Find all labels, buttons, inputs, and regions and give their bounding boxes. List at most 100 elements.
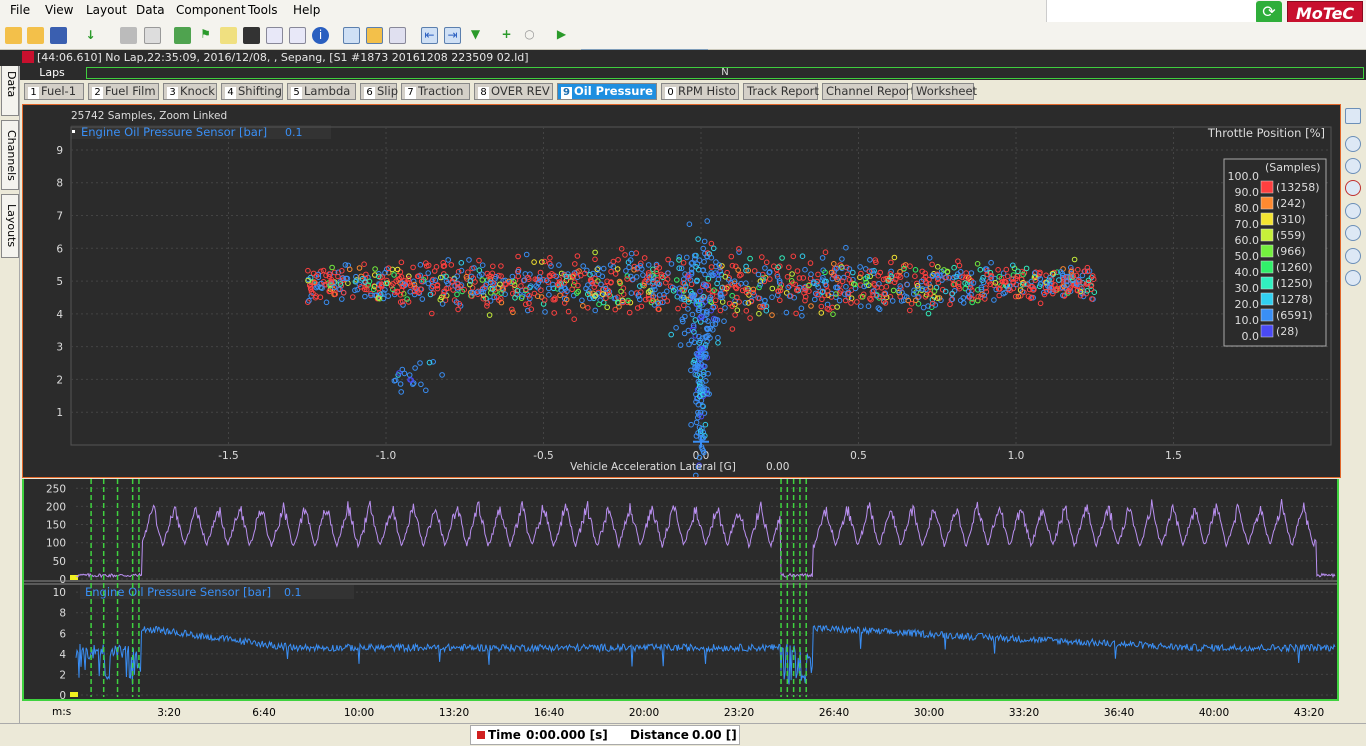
scatter-point	[580, 263, 587, 269]
zoom-x-in-icon[interactable]	[1345, 203, 1361, 219]
scatter-point	[701, 238, 708, 245]
info-icon[interactable]: i	[312, 27, 329, 44]
scatter-point	[641, 255, 648, 261]
legend-count: (559)	[1276, 229, 1306, 242]
scatter-point	[676, 290, 683, 296]
zoom-in-icon[interactable]	[1345, 136, 1361, 152]
properties-icon[interactable]	[1345, 108, 1361, 124]
zoom-reset-icon[interactable]	[1345, 180, 1361, 196]
time-axis-svg: m:s 3:20 6:40 10:00 13:20 16:40 20:00 23:20 26:…	[52, 706, 1324, 719]
zoom-y-in-icon[interactable]	[1345, 248, 1361, 264]
side-tab-layouts[interactable]: Layouts	[1, 194, 19, 258]
menu-tools[interactable]: Tools	[248, 3, 278, 17]
menu-help[interactable]: Help	[293, 3, 320, 17]
scatter-point	[790, 253, 797, 260]
next-icon[interactable]: ⇥	[444, 27, 461, 44]
zoom-y-out-icon[interactable]	[1345, 270, 1361, 286]
list-icon[interactable]	[289, 27, 306, 44]
tab-label: Lambda	[304, 84, 351, 98]
clock-icon[interactable]	[343, 27, 360, 44]
flag-icon[interactable]: ⚑	[197, 27, 214, 44]
scatter-point	[455, 268, 462, 275]
tab-worksheet[interactable]: Worksheet	[912, 83, 977, 100]
tab-fuel-film[interactable]: 2 Fuel Film	[88, 83, 159, 100]
status-bar: Time 0:00.000 [s] Distance 0.00 []	[0, 723, 1366, 746]
y-tick-label: 2	[56, 374, 63, 386]
tab-lambda[interactable]: 5 Lambda	[287, 83, 356, 100]
scatter-point	[858, 303, 864, 309]
scatter-point	[682, 313, 688, 320]
download-icon[interactable]: ↓	[82, 27, 99, 44]
print-preview-icon[interactable]	[144, 27, 161, 44]
tab-slip[interactable]: 6 Slip	[360, 83, 398, 100]
zoom-out-icon[interactable]: ○	[521, 27, 538, 44]
tab-track-report[interactable]: Track Report	[743, 83, 819, 100]
open-project-icon[interactable]	[27, 27, 44, 44]
map-icon[interactable]	[174, 27, 191, 44]
prev-icon[interactable]: ⇤	[421, 27, 438, 44]
tab-label: Track Report	[747, 84, 819, 98]
menu-file[interactable]: File	[10, 3, 30, 17]
tab-number: 7	[405, 87, 416, 99]
tab-fuel-1[interactable]: 1 Fuel-1	[24, 83, 84, 100]
scatter-point	[908, 300, 915, 307]
open-folder-icon[interactable]	[5, 27, 22, 44]
print-icon[interactable]	[120, 27, 137, 44]
edit-icon[interactable]	[220, 27, 237, 44]
refresh-icon[interactable]: ⟳	[1256, 1, 1282, 24]
x-cursor-value: 0.00	[766, 461, 789, 473]
legend-count: (13258)	[1276, 181, 1320, 194]
rpm-zero-marker	[70, 575, 78, 580]
menu-layout[interactable]: Layout	[86, 3, 127, 17]
scatter-point	[1075, 266, 1081, 273]
info-text: [44:06.610] No Lap,22:35:09, 2016/12/08,…	[37, 51, 529, 64]
save-icon[interactable]	[50, 27, 67, 44]
menu-bar: File View Layout Data Component Tools He…	[0, 0, 1366, 24]
scatter-point	[431, 268, 438, 274]
scatter-point	[759, 254, 765, 260]
scatter-point	[490, 263, 496, 270]
menu-data[interactable]: Data	[136, 3, 165, 17]
time-plot-panel[interactable]: 0 50 100 150 200 250 0 2 4 6 8 10 Engine Oil Pressur…	[22, 479, 1339, 702]
scatter-point	[848, 300, 854, 306]
side-tab-channels[interactable]: Channels	[1, 120, 19, 190]
scatter-point	[762, 265, 768, 271]
marker-icon[interactable]: ▼	[467, 27, 484, 44]
oil-channel-label[interactable]: Engine Oil Pressure Sensor [bar]	[85, 585, 271, 599]
menu-component[interactable]: Component	[176, 3, 246, 17]
legend-count: (242)	[1276, 197, 1306, 210]
zoom-in-icon[interactable]: +	[498, 27, 515, 44]
scatter-plot[interactable]: 25742 Samples, Zoom Linked Engine Oil Pr…	[23, 105, 1340, 479]
menu-view[interactable]: View	[45, 3, 73, 17]
tab-knock[interactable]: 3 Knock	[163, 83, 217, 100]
scatter-point	[912, 273, 918, 279]
tab-over-rev[interactable]: 8 OVER REV	[474, 83, 553, 100]
scatter-point	[612, 271, 619, 277]
play-icon[interactable]: ▶	[553, 27, 570, 44]
grid-icon[interactable]	[389, 27, 406, 44]
tab-oil-pressure[interactable]: 9 Oil Pressure	[557, 83, 657, 100]
film-icon[interactable]	[243, 27, 260, 44]
tab-rpm-histo[interactable]: 0 RPM Histo	[661, 83, 739, 100]
scatter-point	[479, 262, 486, 268]
scatter-point	[592, 249, 598, 256]
laps-track[interactable]: N	[86, 67, 1364, 79]
tab-shifting[interactable]: 4 Shifting	[221, 83, 283, 100]
zoom-x-out-icon[interactable]	[1345, 225, 1361, 241]
tab-label: Slip	[377, 84, 398, 98]
scatter-point	[947, 301, 953, 308]
scatter-plot-panel[interactable]: 25742 Samples, Zoom Linked Engine Oil Pr…	[22, 104, 1341, 479]
side-tab-channels-label: Channels	[5, 129, 18, 181]
table-icon[interactable]	[266, 27, 283, 44]
scatter-point	[735, 267, 742, 273]
scatter-point	[362, 293, 368, 300]
oil-y-tick: 6	[59, 628, 66, 640]
tab-traction[interactable]: 7 Traction	[401, 83, 470, 100]
tab-channel-report[interactable]: Channel Report	[822, 83, 915, 100]
overlay-icon[interactable]	[366, 27, 383, 44]
scatter-point	[604, 304, 611, 311]
zoom-out-icon[interactable]	[1345, 158, 1361, 174]
x-tick-label: -1.0	[376, 450, 397, 462]
time-plot[interactable]: 0501001502002500246810 Engine Oil Pressur…	[24, 479, 1337, 702]
rpm-y-tick: 250	[46, 483, 66, 495]
